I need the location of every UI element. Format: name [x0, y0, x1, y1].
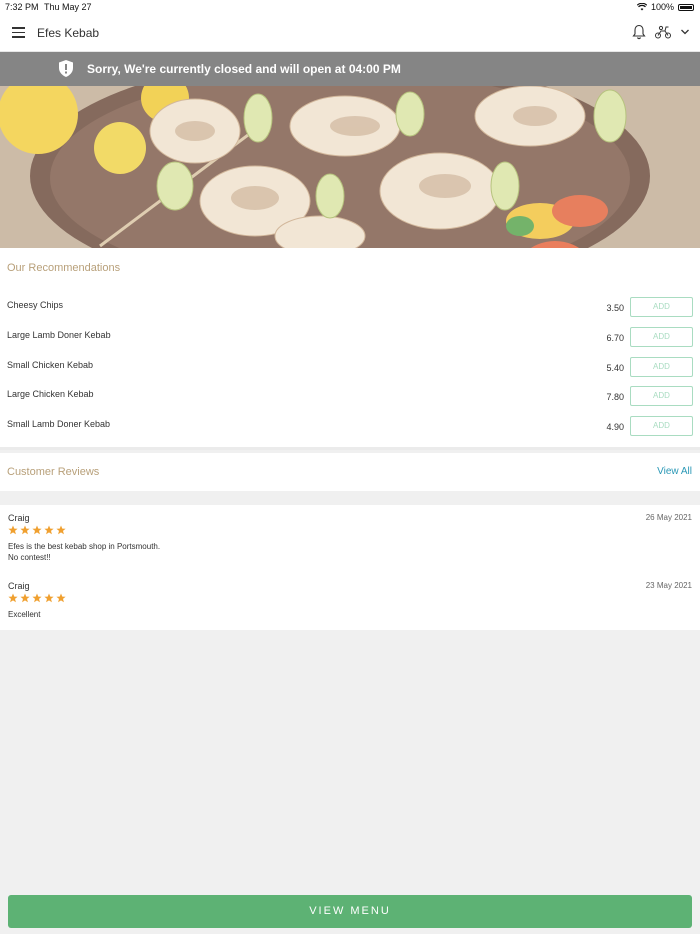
- bell-icon[interactable]: [632, 24, 646, 40]
- item-name: Large Chicken Kebab: [7, 389, 94, 399]
- menu-item-row: Large Chicken Kebab 7.80 ADD: [0, 384, 700, 414]
- item-name: Small Chicken Kebab: [7, 360, 94, 370]
- item-name: Cheesy Chips: [7, 300, 64, 310]
- reviewer-name: Craig: [8, 581, 30, 591]
- reviews-header: Customer Reviews View All: [0, 453, 700, 491]
- shield-alert-icon: [59, 60, 73, 77]
- add-button[interactable]: ADD: [630, 416, 693, 436]
- review-date: 23 May 2021: [645, 581, 692, 590]
- star-rating: [8, 593, 66, 603]
- app-header: Efes Kebab: [0, 14, 700, 52]
- review-text: Excellent: [8, 610, 41, 619]
- view-all-link[interactable]: View All: [657, 466, 692, 477]
- star-icon: [32, 593, 42, 603]
- chevron-down-icon[interactable]: [680, 27, 690, 37]
- reviewer-name: Craig: [8, 513, 30, 523]
- item-price: 3.50: [606, 303, 624, 313]
- item-price: 5.40: [606, 363, 624, 373]
- add-button[interactable]: ADD: [630, 386, 693, 406]
- battery-percent: 100%: [650, 2, 674, 12]
- scooter-icon[interactable]: [654, 25, 672, 39]
- hero-food-image: [0, 86, 700, 248]
- star-icon: [56, 525, 66, 535]
- recommendations-title: Our Recommendations: [7, 262, 121, 274]
- menu-item-row: Large Lamb Doner Kebab 6.70 ADD: [0, 325, 700, 355]
- star-icon: [44, 525, 54, 535]
- view-menu-button[interactable]: VIEW MENU: [8, 895, 692, 928]
- star-icon: [44, 593, 54, 603]
- item-price: 4.90: [606, 422, 624, 432]
- hamburger-menu-icon[interactable]: [12, 27, 25, 38]
- star-rating: [8, 525, 66, 535]
- item-price: 6.70: [606, 333, 624, 343]
- menu-item-row: Small Lamb Doner Kebab 4.90 ADD: [0, 414, 700, 444]
- star-icon: [20, 525, 30, 535]
- closed-message: Sorry, We're currently closed and will o…: [87, 62, 401, 76]
- star-icon: [8, 593, 18, 603]
- item-price: 7.80: [606, 392, 624, 402]
- star-icon: [8, 525, 18, 535]
- recommendations-section: Our Recommendations Cheesy Chips 3.50 AD…: [0, 248, 700, 450]
- status-bar: 7:32 PM Thu May 27 100%: [0, 0, 700, 14]
- page-title: Efes Kebab: [37, 26, 100, 40]
- menu-item-row: Cheesy Chips 3.50 ADD: [0, 295, 700, 325]
- status-date: Thu May 27: [44, 2, 92, 12]
- battery-icon: [678, 3, 694, 11]
- menu-item-row: Small Chicken Kebab 5.40 ADD: [0, 355, 700, 385]
- star-icon: [20, 593, 30, 603]
- review-text: Efes is the best kebab shop in Portsmout…: [8, 542, 161, 562]
- item-name: Large Lamb Doner Kebab: [7, 330, 111, 340]
- wifi-icon: [636, 3, 647, 11]
- item-name: Small Lamb Doner Kebab: [7, 419, 111, 429]
- add-button[interactable]: ADD: [630, 357, 693, 377]
- add-button[interactable]: ADD: [630, 297, 693, 317]
- review-date: 26 May 2021: [645, 513, 692, 522]
- status-time: 7:32 PM: [5, 2, 39, 12]
- reviews-list: Craig 26 May 2021 Efes is the best kebab…: [0, 505, 700, 630]
- closed-banner: Sorry, We're currently closed and will o…: [0, 52, 700, 86]
- reviews-title: Customer Reviews: [7, 466, 100, 478]
- star-icon: [56, 593, 66, 603]
- add-button[interactable]: ADD: [630, 327, 693, 347]
- star-icon: [32, 525, 42, 535]
